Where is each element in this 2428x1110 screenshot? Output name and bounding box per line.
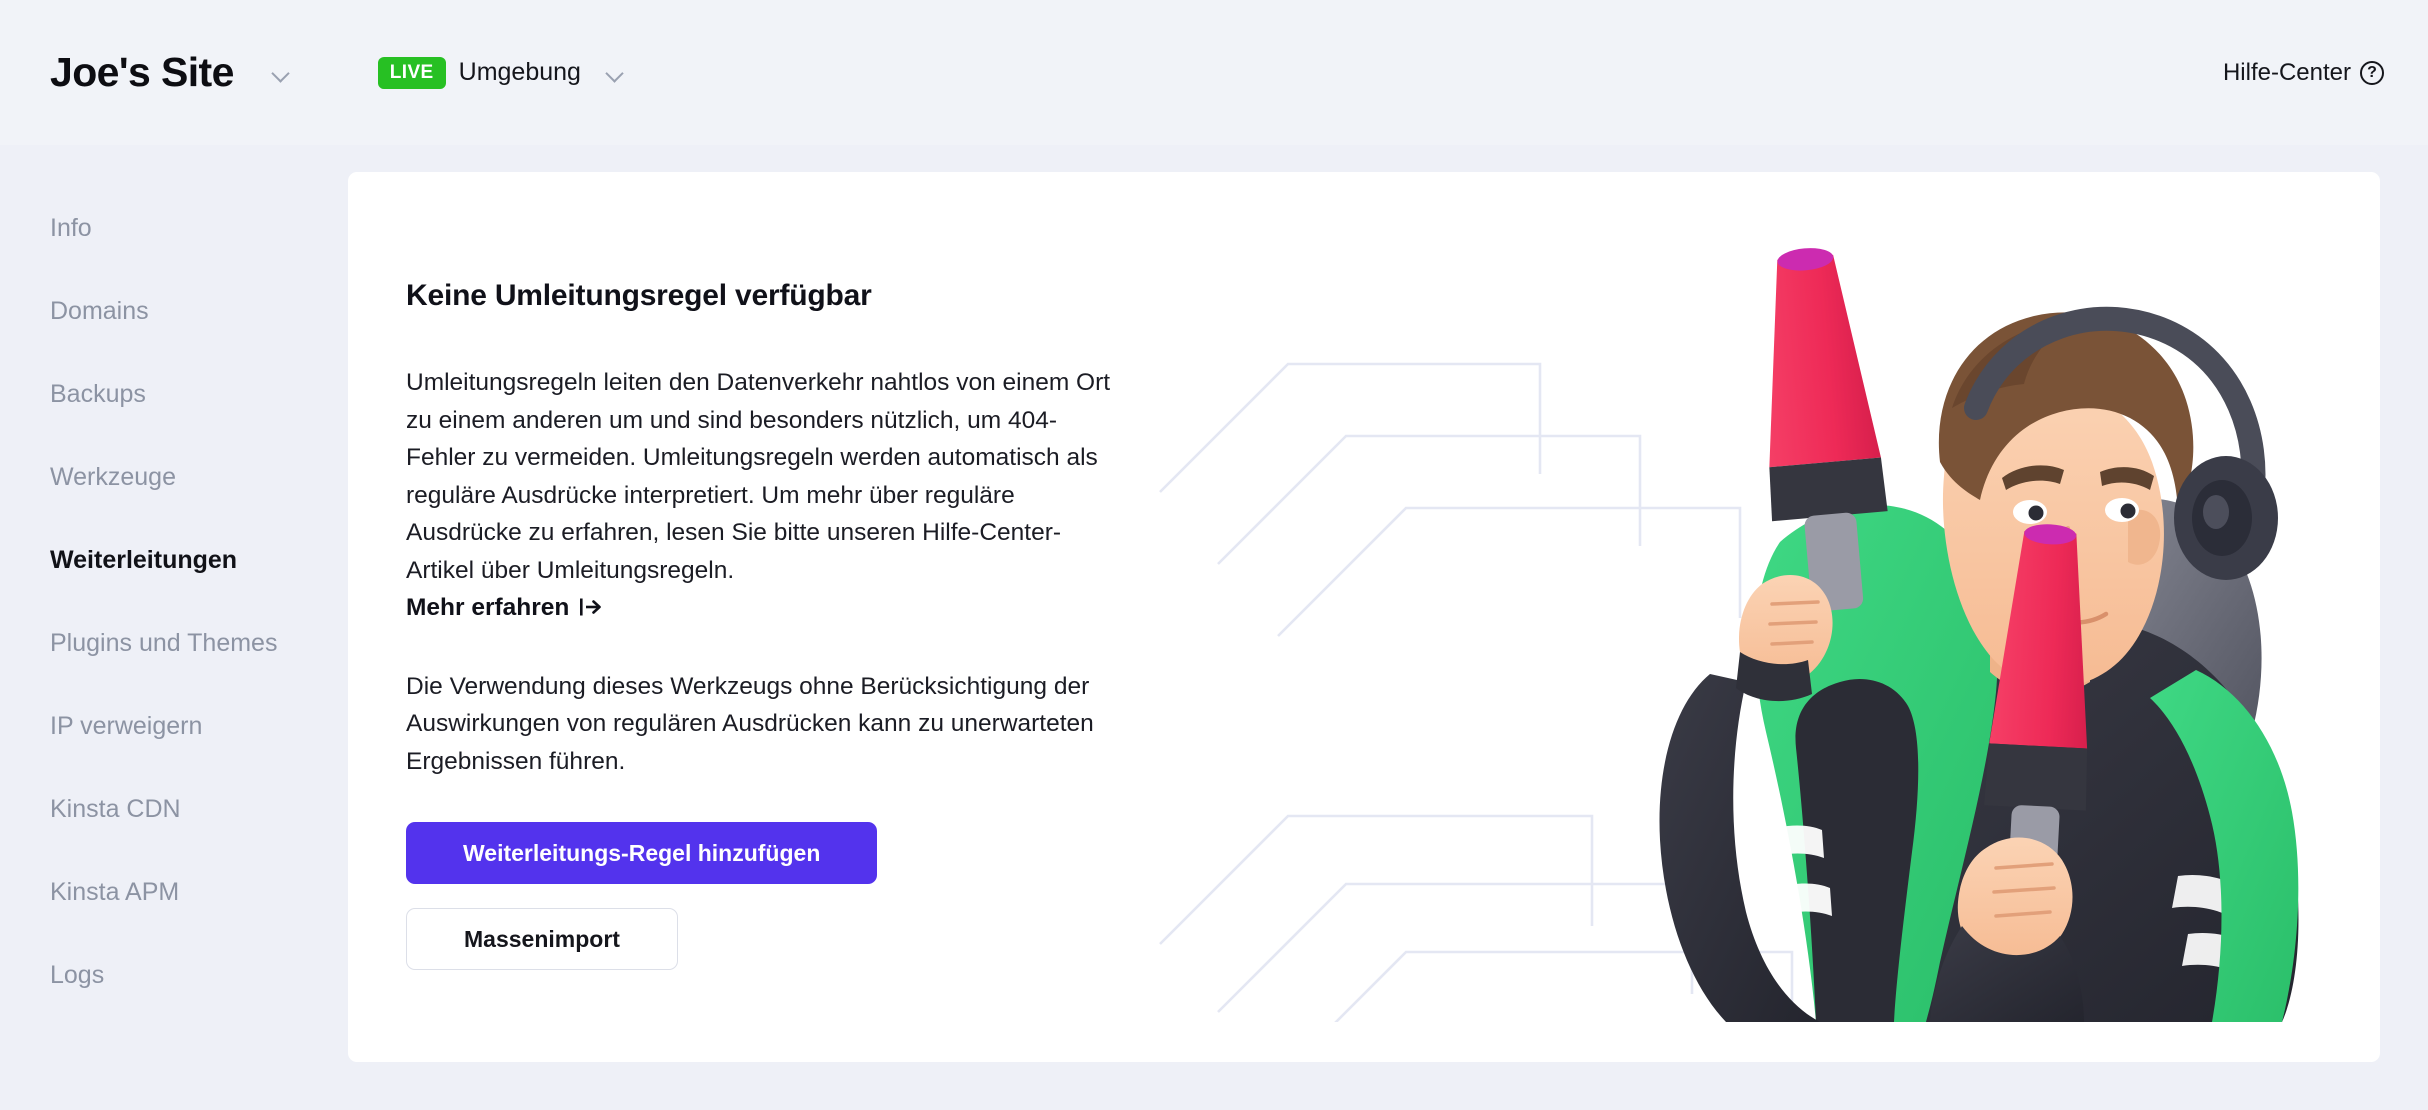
sidebar-item-info[interactable]: Info xyxy=(0,207,348,290)
sidebar-item-werkzeuge[interactable]: Werkzeuge xyxy=(0,456,348,539)
site-title: Joe's Site xyxy=(50,49,234,95)
learn-more-link[interactable]: Mehr erfahren xyxy=(406,589,602,627)
chevron-down-icon[interactable] xyxy=(604,62,626,84)
sidebar-navigation: Info Domains Backups Werkzeuge Weiterlei… xyxy=(0,145,348,1110)
sidebar-item-kinsta-apm[interactable]: Kinsta APM xyxy=(0,871,348,954)
description-paragraph-1: Umleitungsregeln leiten den Datenverkehr… xyxy=(406,364,1121,627)
redirects-empty-state-card: Keine Umleitungsregel verfügbar Umleitun… xyxy=(348,172,2380,1062)
sidebar-item-domains[interactable]: Domains xyxy=(0,290,348,373)
action-buttons: Weiterleitungs-Regel hinzufügen Massenim… xyxy=(406,822,1121,970)
top-header-bar: Joe's Site LIVE Umgebung Hilfe-Center ? xyxy=(0,0,2428,145)
external-link-arrow-icon xyxy=(580,597,602,617)
live-status-badge: LIVE xyxy=(377,56,446,89)
environment-label: Umgebung xyxy=(458,58,581,86)
chevron-down-icon[interactable] xyxy=(270,62,292,84)
description-text-1: Umleitungsregeln leiten den Datenverkehr… xyxy=(406,369,1111,584)
sidebar-item-plugins-und-themes[interactable]: Plugins und Themes xyxy=(0,622,348,705)
learn-more-label: Mehr erfahren xyxy=(406,594,570,621)
description-paragraph-2: Die Verwendung dieses Werkzeugs ohne Ber… xyxy=(406,672,1094,775)
sidebar-item-weiterleitungen[interactable]: Weiterleitungen xyxy=(0,539,348,622)
help-center-label: Hilfe-Center xyxy=(2222,58,2351,86)
sidebar-item-backups[interactable]: Backups xyxy=(0,373,348,456)
site-selector[interactable]: Joe's Site xyxy=(50,52,292,93)
bulk-import-button[interactable]: Massenimport xyxy=(406,908,678,970)
question-circle-icon: ? xyxy=(2360,60,2384,85)
sidebar-item-kinsta-cdn[interactable]: Kinsta CDN xyxy=(0,788,348,871)
person-with-headphones-holding-signal-batons-illustration xyxy=(1140,212,2360,1022)
sidebar-item-ip-verweigern[interactable]: IP verweigern xyxy=(0,705,348,788)
environment-selector[interactable]: LIVE Umgebung xyxy=(377,56,626,89)
help-center-link[interactable]: Hilfe-Center ? xyxy=(2223,59,2384,87)
sidebar-item-logs[interactable]: Logs xyxy=(0,954,348,1037)
add-redirect-rule-button[interactable]: Weiterleitungs-Regel hinzufügen xyxy=(406,822,878,884)
empty-state-content: Keine Umleitungsregel verfügbar Umleitun… xyxy=(406,278,1121,970)
page-title: Keine Umleitungsregel verfügbar xyxy=(406,279,872,312)
